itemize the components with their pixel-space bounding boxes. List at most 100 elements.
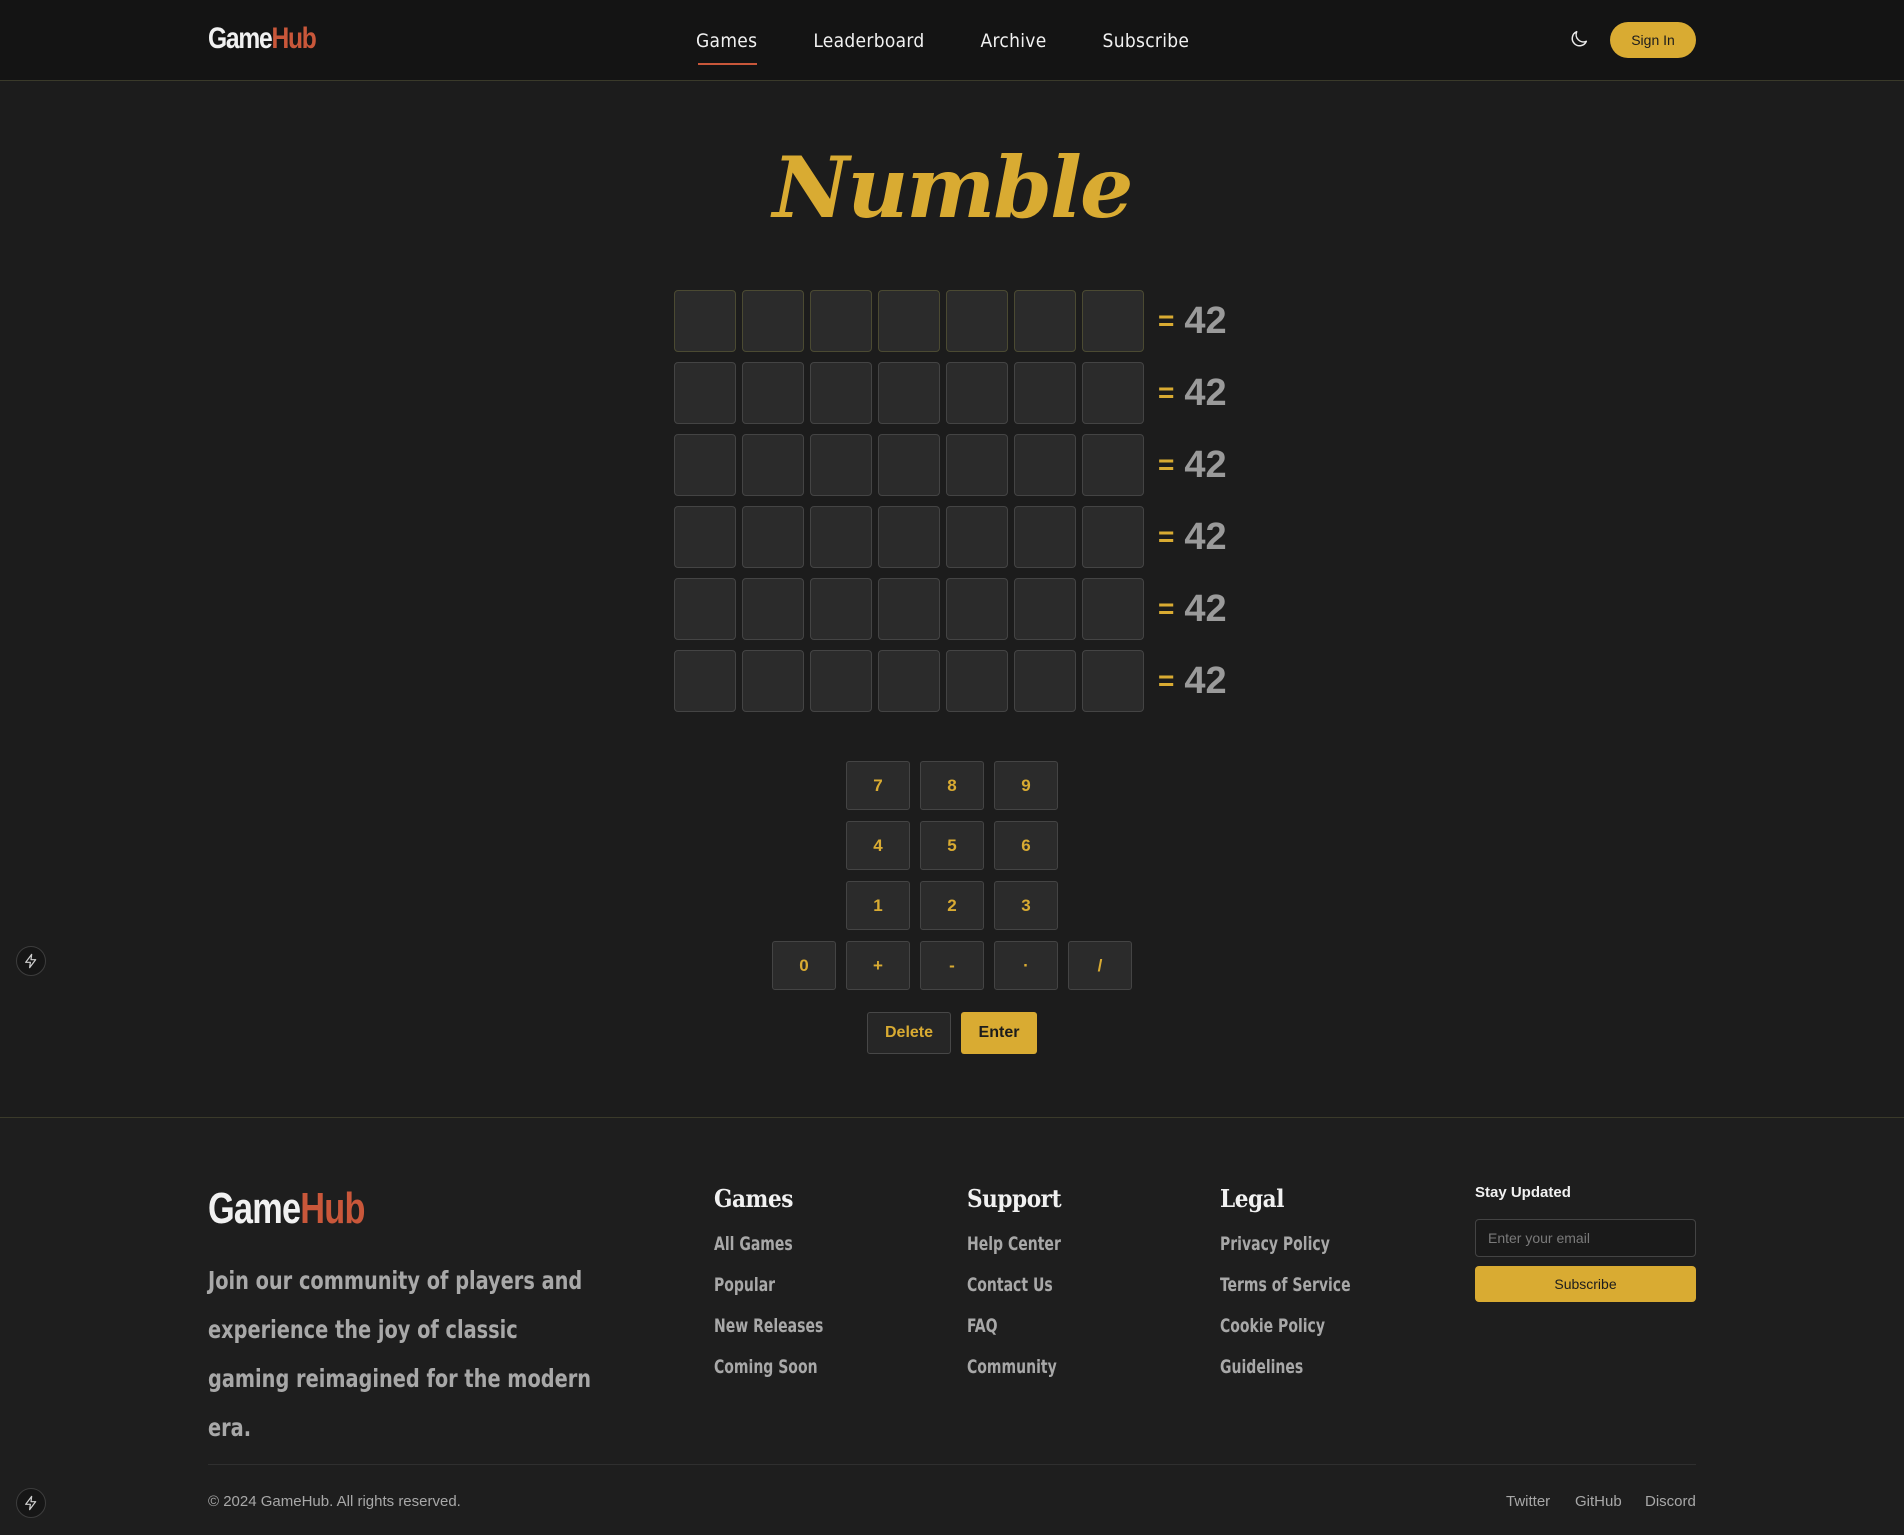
board-cell[interactable] — [878, 578, 940, 640]
sign-in-button[interactable]: Sign In — [1610, 22, 1696, 58]
nav-subscribe[interactable]: Subscribe — [1103, 24, 1190, 58]
board-cell[interactable] — [878, 290, 940, 352]
nav-leaderboard[interactable]: Leaderboard — [813, 24, 924, 58]
board-cell[interactable] — [1082, 290, 1144, 352]
board-cell[interactable] — [810, 290, 872, 352]
key-0[interactable]: 0 — [772, 941, 836, 990]
footer-link-guidelines[interactable]: Guidelines — [1220, 1356, 1351, 1378]
footer-link-new-releases[interactable]: New Releases — [714, 1315, 823, 1337]
key-multiply[interactable]: · — [994, 941, 1058, 990]
footer-link-coming-soon[interactable]: Coming Soon — [714, 1356, 823, 1378]
board-cell[interactable] — [742, 650, 804, 712]
footer-column-title: Support — [967, 1184, 1062, 1213]
social-link-discord[interactable]: Discord — [1645, 1493, 1696, 1510]
footer-link-all-games[interactable]: All Games — [714, 1233, 823, 1255]
target-value: 42 — [1184, 587, 1227, 630]
target-value: 42 — [1184, 371, 1227, 414]
board-cell[interactable] — [742, 434, 804, 496]
key-2[interactable]: 2 — [920, 881, 984, 930]
board-cell[interactable] — [674, 362, 736, 424]
board-cell[interactable] — [810, 362, 872, 424]
board-cell[interactable] — [810, 506, 872, 568]
equals-sign: = — [1158, 449, 1175, 480]
key-8[interactable]: 8 — [920, 761, 984, 810]
social-link-twitter[interactable]: Twitter — [1506, 1493, 1550, 1510]
footer-logo[interactable]: GameHub — [208, 1184, 365, 1234]
equals-sign: = — [1158, 377, 1175, 408]
board-cell[interactable] — [878, 434, 940, 496]
key-4[interactable]: 4 — [846, 821, 910, 870]
board-cell[interactable] — [742, 362, 804, 424]
board-cell[interactable] — [1014, 578, 1076, 640]
board-cell[interactable] — [946, 650, 1008, 712]
footer-link-community[interactable]: Community — [967, 1356, 1061, 1378]
board-cell[interactable] — [674, 434, 736, 496]
board-cell[interactable] — [878, 650, 940, 712]
board-cell[interactable] — [1014, 506, 1076, 568]
logo-text-hub: Hub — [271, 22, 316, 55]
key-6[interactable]: 6 — [994, 821, 1058, 870]
footer-link-cookie-policy[interactable]: Cookie Policy — [1220, 1315, 1351, 1337]
board-cell[interactable] — [674, 650, 736, 712]
board-cell[interactable] — [674, 578, 736, 640]
equals-sign: = — [1158, 521, 1175, 552]
key-plus[interactable]: + — [846, 941, 910, 990]
key-divide[interactable]: / — [1068, 941, 1132, 990]
board-cell[interactable] — [1082, 434, 1144, 496]
footer-link-faq[interactable]: FAQ — [967, 1315, 1061, 1337]
board-cell[interactable] — [674, 290, 736, 352]
board-cell[interactable] — [946, 506, 1008, 568]
target-value: 42 — [1184, 443, 1227, 486]
key-3[interactable]: 3 — [994, 881, 1058, 930]
board-cell[interactable] — [810, 434, 872, 496]
nav-games[interactable]: Games — [696, 24, 758, 65]
key-9[interactable]: 9 — [994, 761, 1058, 810]
enter-button[interactable]: Enter — [961, 1012, 1037, 1054]
board-cell[interactable] — [1014, 362, 1076, 424]
footer-column-support: Support Help Center Contact Us FAQ Commu… — [967, 1184, 1081, 1397]
board-cell[interactable] — [742, 290, 804, 352]
board-row: = 42 — [674, 650, 1227, 712]
key-5[interactable]: 5 — [920, 821, 984, 870]
nav-archive[interactable]: Archive — [981, 24, 1047, 58]
site-footer: GameHub Join our community of players an… — [0, 1117, 1904, 1535]
newsletter-subscribe-button[interactable]: Subscribe — [1475, 1266, 1696, 1302]
board-cell[interactable] — [878, 362, 940, 424]
board-cell[interactable] — [946, 434, 1008, 496]
bolt-icon[interactable] — [16, 1488, 46, 1518]
board-cell[interactable] — [1082, 506, 1144, 568]
key-minus[interactable]: - — [920, 941, 984, 990]
board-cell[interactable] — [674, 506, 736, 568]
board-cell[interactable] — [742, 578, 804, 640]
board-cell[interactable] — [946, 578, 1008, 640]
social-link-github[interactable]: GitHub — [1575, 1493, 1622, 1510]
board-row: = 42 — [674, 434, 1227, 496]
board-cell[interactable] — [946, 290, 1008, 352]
key-1[interactable]: 1 — [846, 881, 910, 930]
delete-button[interactable]: Delete — [867, 1012, 951, 1054]
board-cell[interactable] — [1014, 290, 1076, 352]
board-cell[interactable] — [742, 506, 804, 568]
key-7[interactable]: 7 — [846, 761, 910, 810]
footer-link-help-center[interactable]: Help Center — [967, 1233, 1061, 1255]
board-cell[interactable] — [1014, 650, 1076, 712]
bolt-icon[interactable] — [16, 946, 46, 976]
board-cell[interactable] — [1082, 650, 1144, 712]
equals-sign: = — [1158, 665, 1175, 696]
board-cell[interactable] — [946, 362, 1008, 424]
site-logo[interactable]: GameHub — [208, 22, 317, 56]
board-cell[interactable] — [810, 578, 872, 640]
board-cell[interactable] — [1082, 578, 1144, 640]
board-cell[interactable] — [878, 506, 940, 568]
board-cell[interactable] — [1014, 434, 1076, 496]
footer-divider — [208, 1464, 1696, 1465]
footer-link-terms-of-service[interactable]: Terms of Service — [1220, 1274, 1351, 1296]
moon-icon[interactable] — [1568, 28, 1590, 50]
board-cell[interactable] — [810, 650, 872, 712]
footer-link-privacy-policy[interactable]: Privacy Policy — [1220, 1233, 1351, 1255]
footer-link-popular[interactable]: Popular — [714, 1274, 823, 1296]
board-cell[interactable] — [1082, 362, 1144, 424]
logo-text-game: Game — [208, 22, 273, 55]
newsletter-email-input[interactable] — [1475, 1219, 1696, 1257]
footer-link-contact-us[interactable]: Contact Us — [967, 1274, 1061, 1296]
